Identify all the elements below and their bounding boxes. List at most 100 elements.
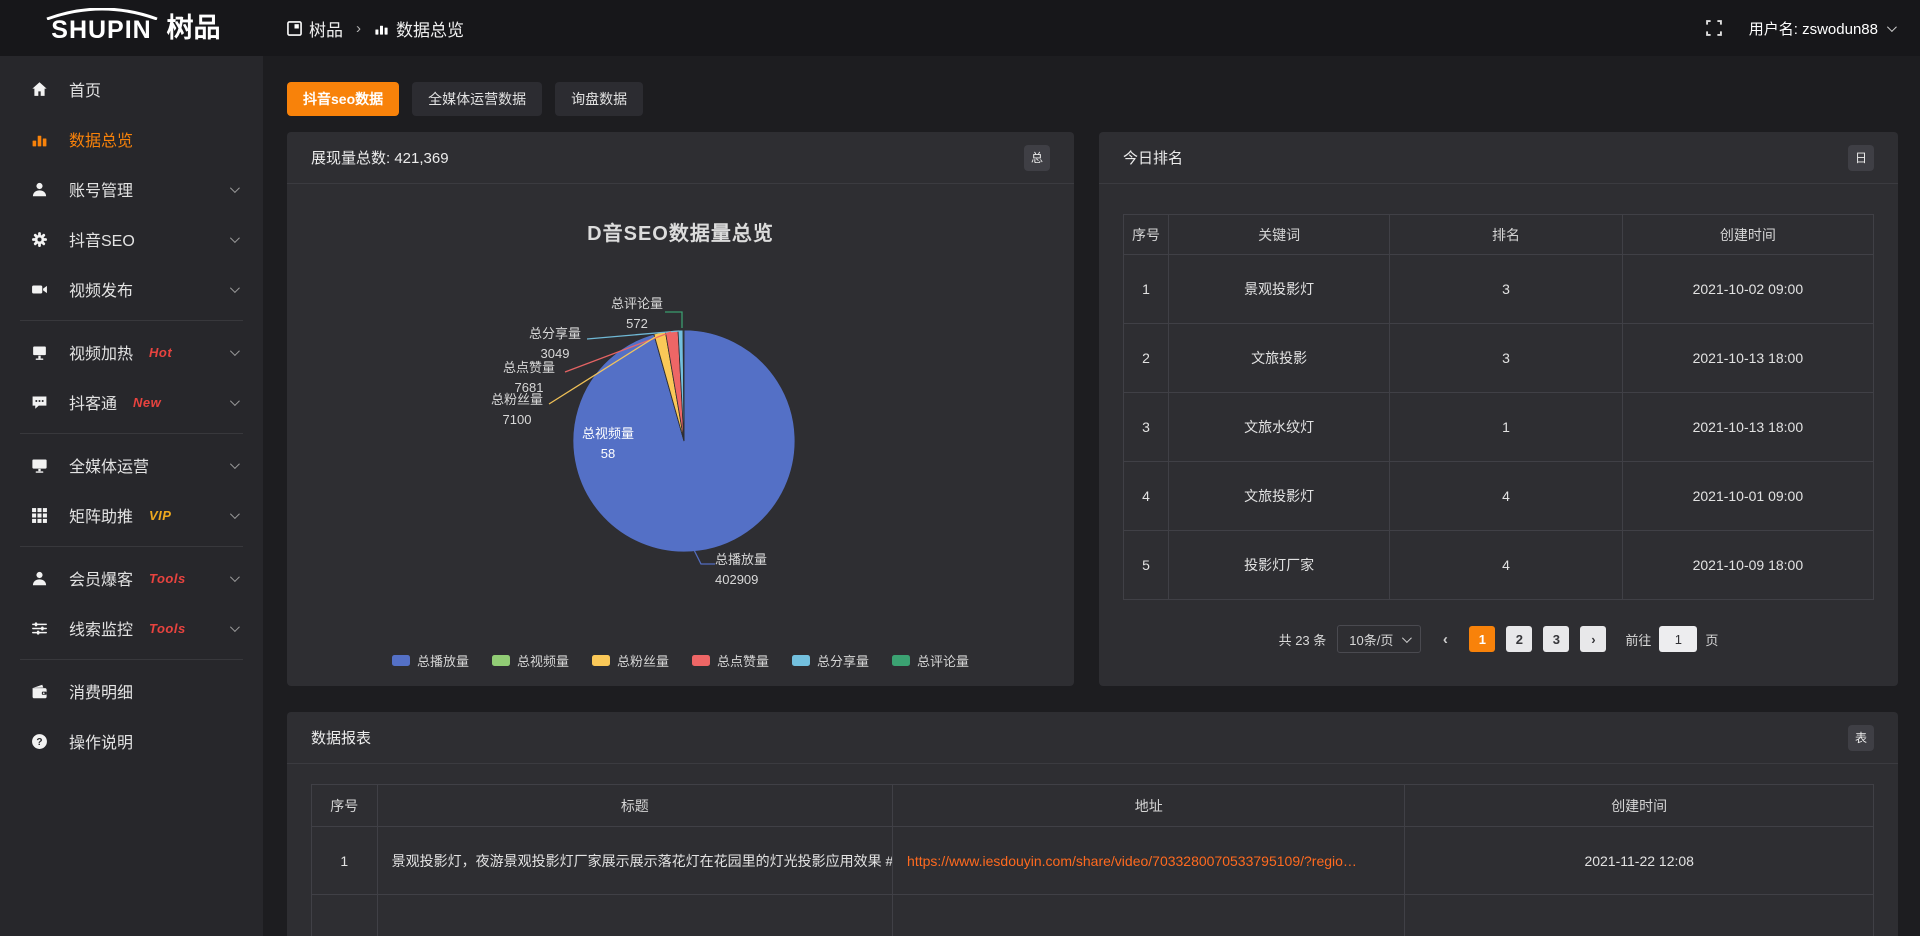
sidebar-divider xyxy=(20,546,243,547)
logo-wordmark: SHUPIN xyxy=(43,8,161,43)
sidebar-item-member-bloom[interactable]: 会员爆客 Tools xyxy=(0,553,263,603)
header-right: 用户名: zswodun88 xyxy=(1705,18,1920,39)
tab-inquiry-data[interactable]: 询盘数据 xyxy=(555,82,643,116)
sidebar-item-help[interactable]: ? 操作说明 xyxy=(0,716,263,766)
sidebar-item-home[interactable]: 首页 xyxy=(0,64,263,114)
pie-chart-area: D音SEO数据量总览 总评论量 572 总分享量 xyxy=(287,184,1074,685)
data-report-panel: 数据报表 表 序号 标题 地址 创建时间 1 景观投影灯，夜游景观投影灯厂家展示… xyxy=(287,712,1898,936)
legend-swatch xyxy=(592,655,610,666)
tab-media-ops-data[interactable]: 全媒体运营数据 xyxy=(412,82,542,116)
col-index: 序号 xyxy=(1124,215,1169,255)
table-row xyxy=(312,895,1874,936)
legend-label: 总视频量 xyxy=(517,651,569,670)
sidebar-item-douketong[interactable]: 抖客通 New xyxy=(0,377,263,427)
legend-swatch xyxy=(892,655,910,666)
sidebar-item-data-overview[interactable]: 数据总览 xyxy=(0,114,263,164)
col-keyword: 关键词 xyxy=(1169,215,1390,255)
legend-swatch xyxy=(392,655,410,666)
legend-item[interactable]: 总播放量 xyxy=(392,651,469,670)
tab-douyin-seo-data[interactable]: 抖音seo数据 xyxy=(287,82,399,116)
screen-stand-icon xyxy=(30,343,48,361)
legend-label: 总评论量 xyxy=(917,651,969,670)
breadcrumb-root[interactable]: 树品 xyxy=(287,16,343,41)
sliders-icon xyxy=(30,619,48,637)
legend-item[interactable]: 总分享量 xyxy=(792,651,869,670)
bar-chart-icon xyxy=(30,130,48,148)
legend-swatch xyxy=(692,655,710,666)
table-row: 3文旅水纹灯12021-10-13 18:00 xyxy=(1124,393,1874,462)
chevron-down-icon xyxy=(230,569,237,587)
logo-text-cn: 树品 xyxy=(167,14,221,42)
chart-legend: 总播放量 总视频量 总粉丝量 总点赞量 总分享量 总评论量 xyxy=(287,651,1074,670)
sidebar-item-video-heat[interactable]: 视频加热 Hot xyxy=(0,327,263,377)
sidebar-item-media-ops[interactable]: 全媒体运营 xyxy=(0,440,263,490)
sidebar-divider xyxy=(20,320,243,321)
home-icon xyxy=(30,80,48,98)
question-circle-icon: ? xyxy=(30,732,48,750)
top-header: SHUPIN 树品 树品 › 数据总览 用户名: zswodun88 xyxy=(0,0,1920,56)
report-row-link[interactable]: https://www.iesdouyin.com/share/video/70… xyxy=(907,853,1357,869)
legend-item[interactable]: 总视频量 xyxy=(492,651,569,670)
next-page-button[interactable]: › xyxy=(1580,626,1606,652)
tools-badge: Tools xyxy=(149,571,186,586)
chevron-down-icon xyxy=(230,619,237,637)
monitor-icon xyxy=(30,456,48,474)
chart-panel-header: 展现量总数: 421,369 总 xyxy=(287,132,1074,184)
video-camera-icon xyxy=(30,280,48,298)
page-button-1[interactable]: 1 xyxy=(1469,626,1495,652)
user-menu[interactable]: 用户名: zswodun88 xyxy=(1749,18,1894,39)
sidebar-item-consumption[interactable]: 消费明细 xyxy=(0,666,263,716)
report-table: 序号 标题 地址 创建时间 1 景观投影灯，夜游景观投影灯厂家展示展示落花灯在花… xyxy=(311,784,1874,936)
table-row: 2文旅投影32021-10-13 18:00 xyxy=(1124,324,1874,393)
svg-text:?: ? xyxy=(36,736,42,747)
ranking-table: 序号 关键词 排名 创建时间 1景观投影灯32021-10-02 09:00 2… xyxy=(1123,214,1874,600)
page-button-2[interactable]: 2 xyxy=(1506,626,1532,652)
pagination-total: 共 23 条 xyxy=(1279,630,1327,649)
chevron-down-icon xyxy=(1402,633,1412,643)
legend-item[interactable]: 总点赞量 xyxy=(692,651,769,670)
total-badge-button[interactable]: 总 xyxy=(1024,145,1050,171)
vip-badge: VIP xyxy=(149,508,171,523)
callout-plays: 总播放量 402909 xyxy=(715,550,815,589)
ranking-title: 今日排名 xyxy=(1123,147,1183,168)
sidebar-item-clue-monitor[interactable]: 线索监控 Tools xyxy=(0,603,263,653)
legend-label: 总播放量 xyxy=(417,651,469,670)
legend-item[interactable]: 总评论量 xyxy=(892,651,969,670)
chevron-down-icon xyxy=(230,180,237,198)
data-source-tabs: 抖音seo数据 全媒体运营数据 询盘数据 xyxy=(287,82,1898,116)
logo-text-en: SHUPIN xyxy=(51,18,151,43)
table-row: 5投影灯厂家42021-10-09 18:00 xyxy=(1124,531,1874,600)
goto-page-group: 前往 页 xyxy=(1625,626,1718,652)
impressions-total-label: 展现量总数: 421,369 xyxy=(311,147,449,168)
fullscreen-icon[interactable] xyxy=(1705,19,1723,37)
gear-icon xyxy=(30,230,48,248)
col-created: 创建时间 xyxy=(1622,215,1873,255)
legend-item[interactable]: 总粉丝量 xyxy=(592,651,669,670)
sidebar-item-douyin-seo[interactable]: 抖音SEO xyxy=(0,214,263,264)
table-badge-button[interactable]: 表 xyxy=(1848,725,1874,751)
grid-icon xyxy=(30,506,48,524)
col-created: 创建时间 xyxy=(1405,785,1874,827)
goto-page-input[interactable] xyxy=(1659,626,1697,652)
seo-chart-panel: 展现量总数: 421,369 总 D音SEO数据量总览 总评论量 xyxy=(287,132,1074,686)
user-icon xyxy=(30,569,48,587)
sidebar-item-video-publish[interactable]: 视频发布 xyxy=(0,264,263,314)
breadcrumb-current[interactable]: 数据总览 xyxy=(374,16,464,41)
sidebar-item-account[interactable]: 账号管理 xyxy=(0,164,263,214)
today-ranking-panel: 今日排名 日 序号 关键词 排名 创建时间 1景观投影灯32021-10-02 … xyxy=(1099,132,1898,686)
prev-page-button[interactable]: ‹ xyxy=(1432,626,1458,652)
day-badge-button[interactable]: 日 xyxy=(1848,145,1874,171)
legend-label: 总粉丝量 xyxy=(617,651,669,670)
report-header-row: 序号 标题 地址 创建时间 xyxy=(312,785,1874,827)
table-row: 4文旅投影灯42021-10-01 09:00 xyxy=(1124,462,1874,531)
chat-bubble-icon xyxy=(30,393,48,411)
legend-label: 总分享量 xyxy=(817,651,869,670)
page-button-3[interactable]: 3 xyxy=(1543,626,1569,652)
top-panels-row: 展现量总数: 421,369 总 D音SEO数据量总览 总评论量 xyxy=(287,132,1898,686)
page-size-select[interactable]: 10条/页 xyxy=(1337,625,1421,653)
report-title: 数据报表 xyxy=(311,727,371,748)
chevron-down-icon xyxy=(230,506,237,524)
app-logo: SHUPIN 树品 xyxy=(0,8,263,49)
sidebar-item-matrix-boost[interactable]: 矩阵助推 VIP xyxy=(0,490,263,540)
breadcrumb: 树品 › 数据总览 xyxy=(287,16,464,41)
